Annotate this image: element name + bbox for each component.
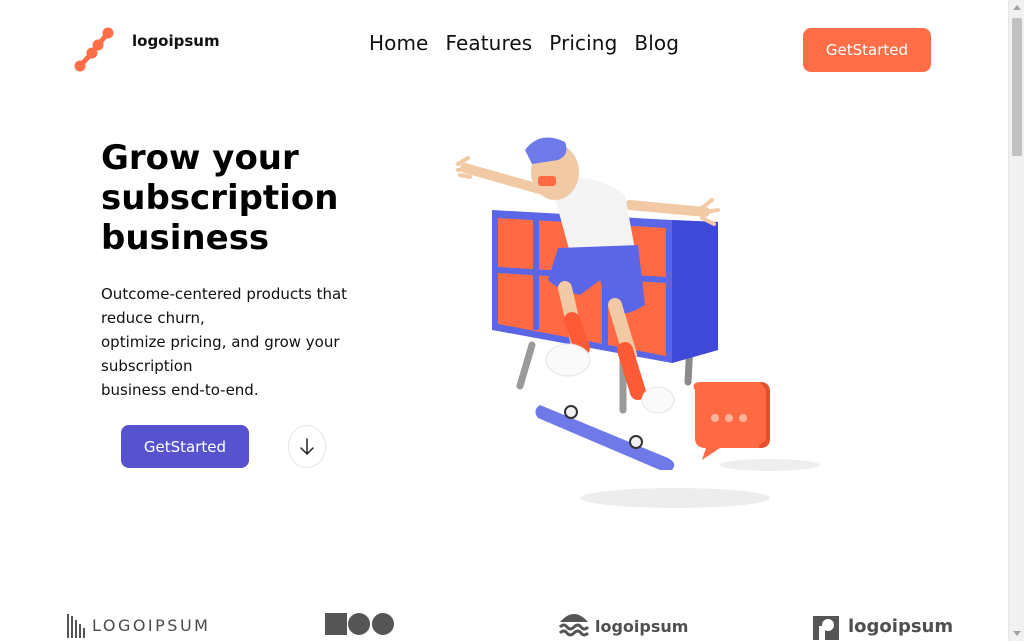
shapes-logo-icon xyxy=(325,613,394,635)
landing-page: logoipsum Home Features Pricing Blog Get… xyxy=(0,0,1008,641)
nav-home[interactable]: Home xyxy=(369,31,428,55)
scroll-down-arrow-icon[interactable] xyxy=(1013,631,1021,636)
square-logo-icon xyxy=(813,616,839,640)
header-get-started-button[interactable]: GetStarted xyxy=(803,28,931,72)
nav-pricing[interactable]: Pricing xyxy=(549,31,617,55)
skateboarder-illustration xyxy=(456,137,820,508)
waves-logo-icon xyxy=(559,614,589,637)
hero-title: Grow your subscription business xyxy=(101,138,339,258)
right-hand xyxy=(700,198,720,226)
scroll-up-arrow-icon[interactable] xyxy=(1013,5,1021,10)
chat-dot xyxy=(739,414,747,422)
left-hand xyxy=(456,156,472,179)
hero-description-line: business end-to-end. xyxy=(101,381,259,399)
nav-blog[interactable]: Blog xyxy=(634,31,679,55)
partner-logo-text: logoipsum xyxy=(595,616,689,636)
partner-logo xyxy=(325,612,395,636)
shelf-side xyxy=(672,220,718,363)
face-mask xyxy=(538,176,556,186)
skateboard-wheel xyxy=(629,435,643,449)
scroll-down-button[interactable] xyxy=(288,425,326,468)
hero-description-line: optimize pricing, and grow your subscrip… xyxy=(101,333,340,375)
brand-logo[interactable]: logoipsum xyxy=(74,26,220,74)
page-scrollbar[interactable] xyxy=(1008,0,1024,641)
ground-shadow xyxy=(580,488,770,508)
skateboard-icon xyxy=(535,405,675,470)
left-sock xyxy=(564,312,590,356)
partner-logo: logoipsum xyxy=(559,612,688,640)
chat-dot xyxy=(725,414,733,422)
scrollbar-thumb[interactable] xyxy=(1012,18,1022,156)
skateboard-wheel xyxy=(564,405,578,419)
hero-get-started-button[interactable]: GetStarted xyxy=(121,425,249,468)
right-shoe xyxy=(641,386,675,414)
brand-name: logoipsum xyxy=(132,32,220,50)
partner-logo-text: logoipsum xyxy=(848,615,954,637)
nav-features[interactable]: Features xyxy=(445,31,532,55)
arrow-down-icon xyxy=(300,437,314,455)
right-arm xyxy=(625,200,710,217)
hero-description: Outcome-centered products that reduce ch… xyxy=(101,282,351,402)
chat-bubble-icon xyxy=(693,382,770,460)
left-shoe xyxy=(545,343,591,377)
main-nav: Home Features Pricing Blog xyxy=(369,31,679,55)
bubble-shadow xyxy=(720,459,820,471)
partner-logo: LOGOIPSUM xyxy=(66,612,210,638)
logo-mark-icon xyxy=(74,27,114,72)
chat-dot xyxy=(711,414,719,422)
partner-logos: LOGOIPSUM logoipsum logoipsum xyxy=(0,600,1008,641)
hero-description-line: Outcome-centered products that reduce ch… xyxy=(101,285,348,327)
barcode-logo-icon xyxy=(67,614,85,638)
partner-logo-text: LOGOIPSUM xyxy=(92,615,211,635)
partner-logo: logoipsum xyxy=(812,612,953,640)
shelf-leg xyxy=(516,341,536,390)
